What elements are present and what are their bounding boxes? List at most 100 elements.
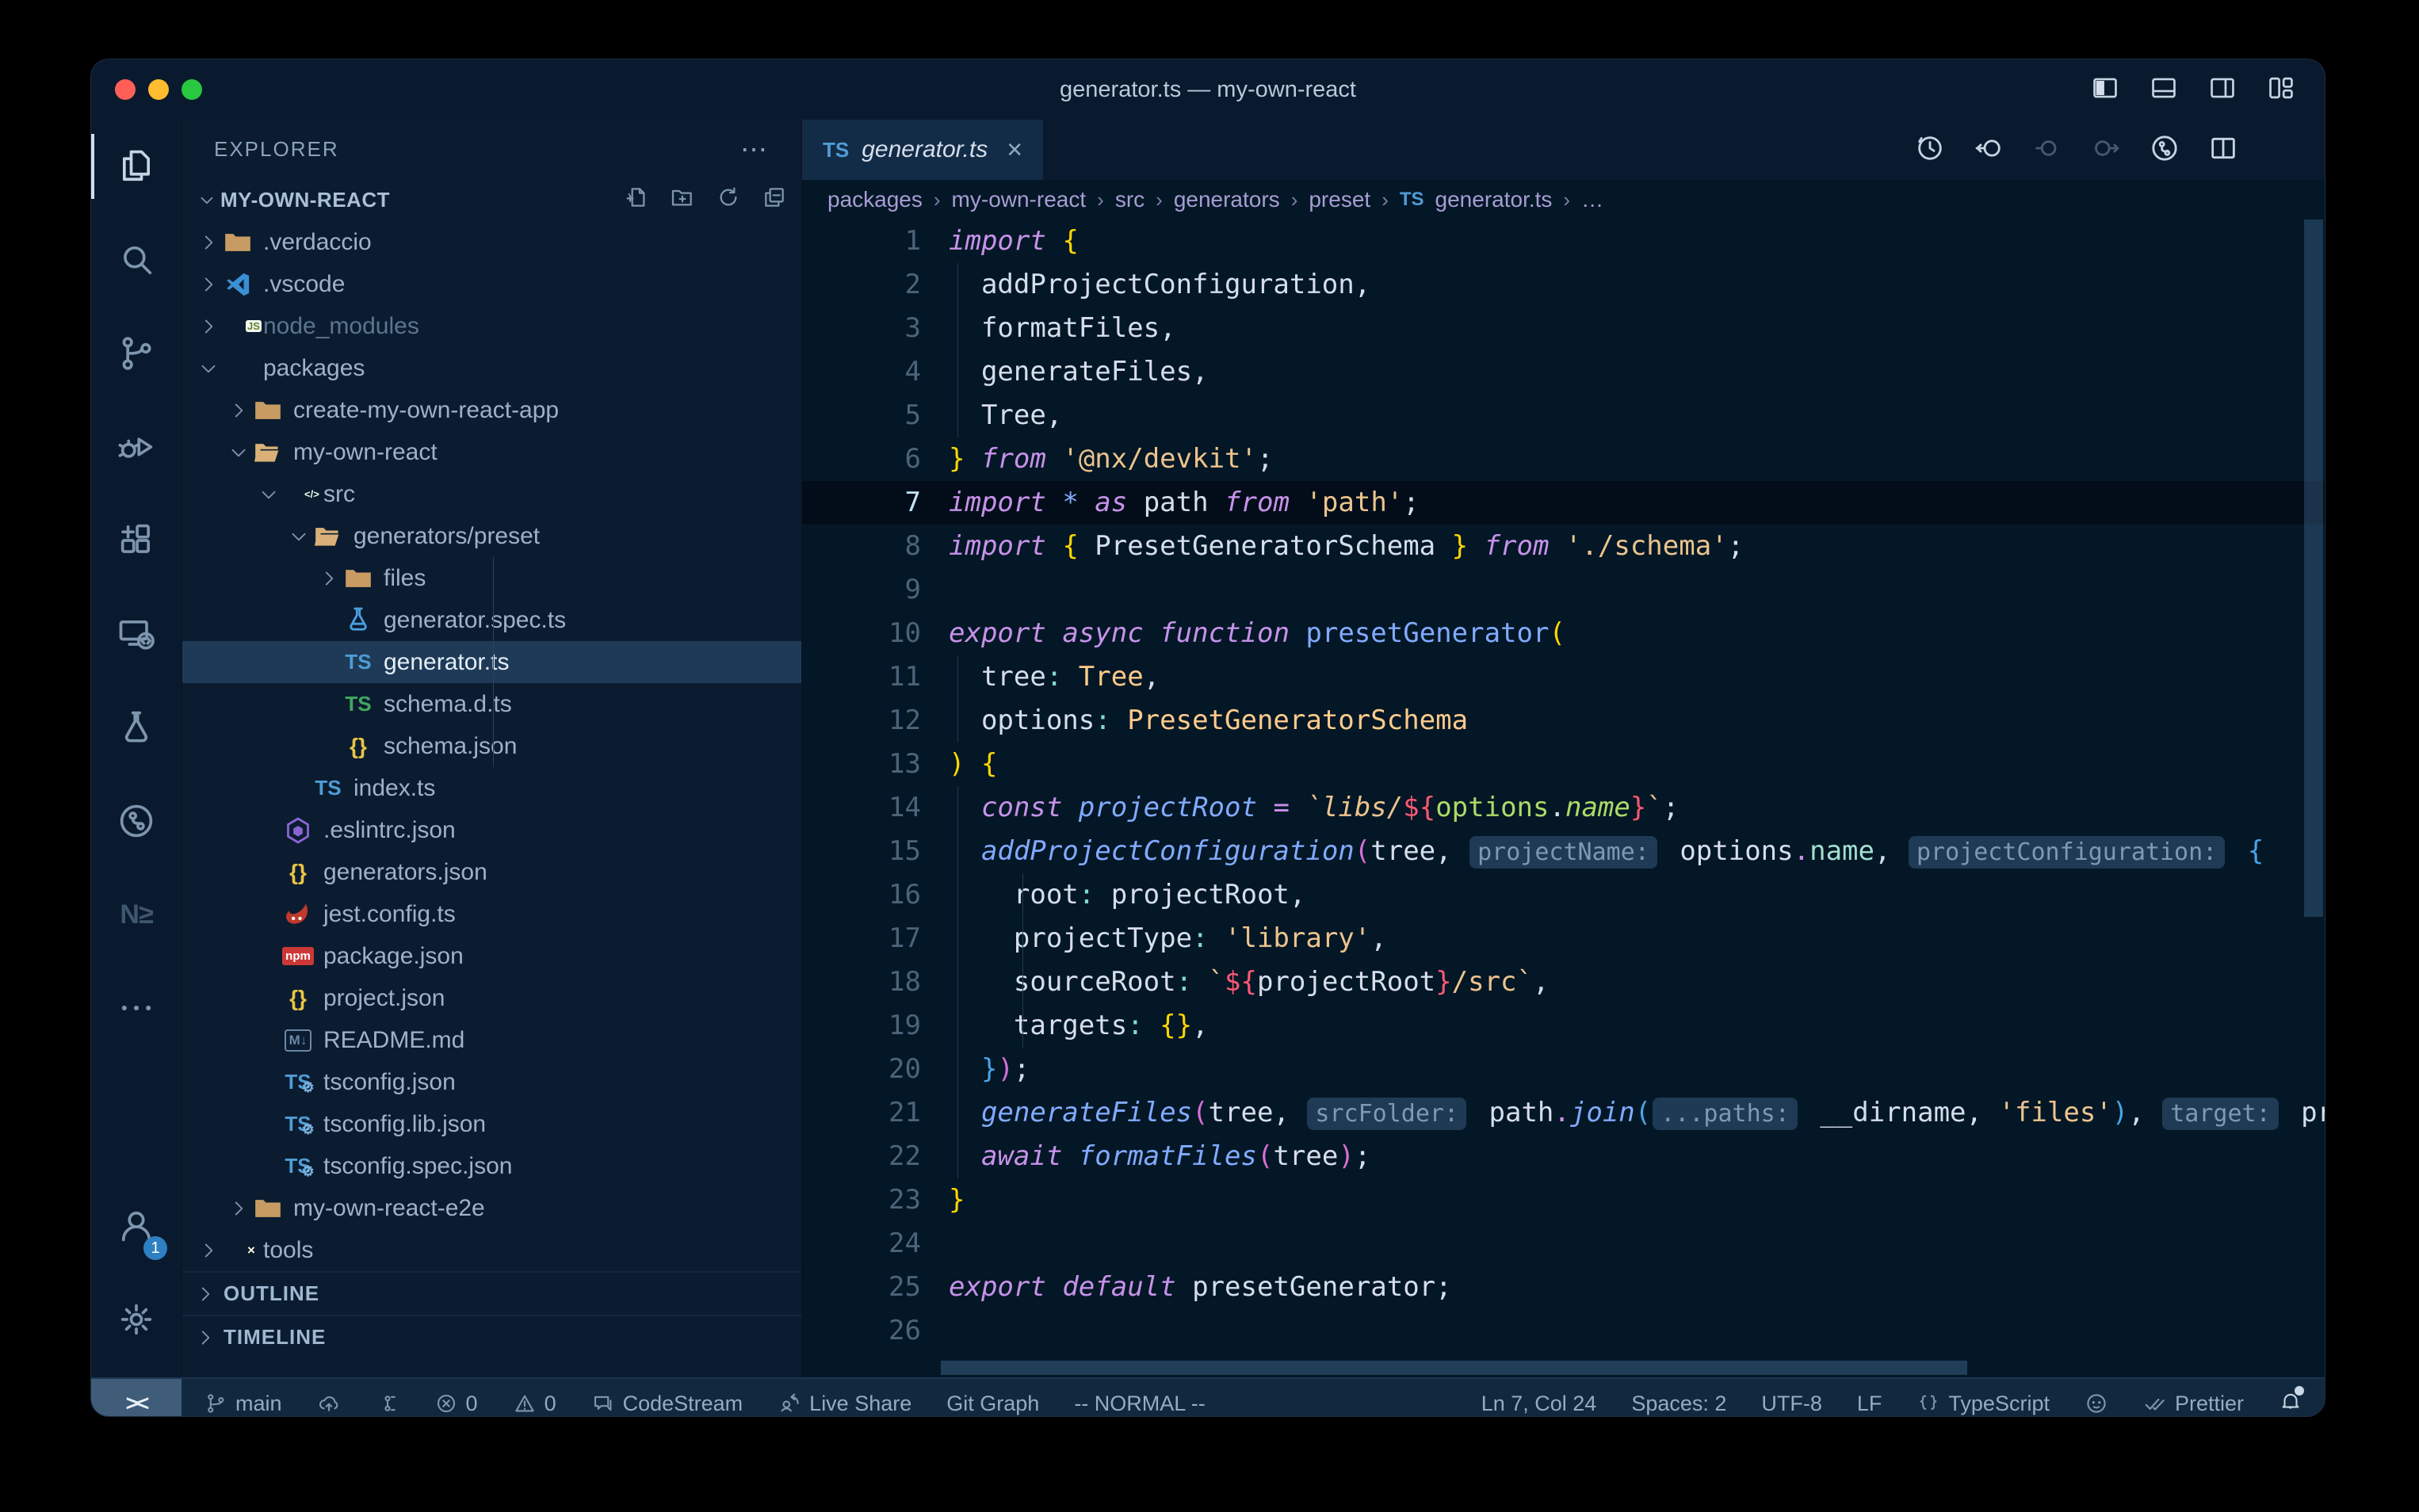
code-line-1[interactable]: 1import { bbox=[802, 220, 2325, 263]
status-prettier[interactable]: Prettier bbox=[2143, 1392, 2244, 1416]
breadcrumb-symbol[interactable]: … bbox=[1581, 187, 1603, 212]
tab-generator-ts[interactable]: TS generator.ts × bbox=[802, 120, 1043, 180]
ellipsis-icon[interactable]: ⋯ bbox=[740, 134, 770, 166]
layout-sidebar-right-button[interactable] bbox=[2207, 73, 2237, 107]
code-line-5[interactable]: 5 Tree, bbox=[802, 394, 2325, 437]
split-editor-button[interactable] bbox=[2207, 132, 2239, 168]
line-number[interactable]: 7 bbox=[802, 481, 949, 525]
status-cloud-upload[interactable] bbox=[317, 1392, 341, 1415]
status-git-graph[interactable]: Git Graph bbox=[946, 1392, 1039, 1416]
nav-dot-button[interactable] bbox=[2031, 132, 2063, 168]
activity-item-nx-console[interactable]: N≥ bbox=[91, 868, 182, 961]
code-line-25[interactable]: 25export default presetGenerator; bbox=[802, 1266, 2325, 1309]
history-button[interactable] bbox=[1914, 132, 1946, 168]
collapse-all-button[interactable] bbox=[762, 185, 787, 216]
tree-item-index.ts[interactable]: TSindex.ts bbox=[182, 767, 801, 809]
line-number[interactable]: 10 bbox=[802, 612, 949, 655]
breadcrumb-item[interactable]: my-own-react bbox=[952, 187, 1087, 212]
code-line-21[interactable]: 21 generateFiles(tree, srcFolder: path.j… bbox=[802, 1091, 2325, 1135]
activity-item-settings[interactable] bbox=[91, 1273, 182, 1366]
tree-item-.eslintrc.json[interactable]: .eslintrc.json bbox=[182, 809, 801, 851]
code-line-2[interactable]: 2 addProjectConfiguration, bbox=[802, 263, 2325, 307]
status-codestream[interactable]: CodeStream bbox=[591, 1392, 743, 1416]
line-number[interactable]: 20 bbox=[802, 1048, 949, 1091]
activity-item-more[interactable] bbox=[91, 961, 182, 1055]
tree-item-tsconfig.spec.json[interactable]: TS⚙tsconfig.spec.json bbox=[182, 1145, 801, 1187]
code-line-11[interactable]: 11 tree: Tree, bbox=[802, 655, 2325, 699]
tree-item-files[interactable]: files bbox=[182, 557, 801, 599]
code-line-7[interactable]: 7import * as path from 'path'; bbox=[802, 481, 2325, 525]
status-0[interactable]: 0 bbox=[513, 1392, 556, 1416]
new-file-button[interactable] bbox=[624, 185, 649, 216]
tree-item-create-my-own-react-app[interactable]: create-my-own-react-app bbox=[182, 389, 801, 431]
activity-item-testing[interactable] bbox=[91, 681, 182, 774]
activity-item-search[interactable] bbox=[91, 213, 182, 307]
tree-item-project.json[interactable]: {}project.json bbox=[182, 977, 801, 1019]
tree-item-generators.json[interactable]: {}generators.json bbox=[182, 851, 801, 893]
line-number[interactable]: 25 bbox=[802, 1266, 949, 1309]
code-line-20[interactable]: 20 }); bbox=[802, 1048, 2325, 1091]
line-number[interactable]: 13 bbox=[802, 743, 949, 786]
more-actions-button[interactable] bbox=[2266, 132, 2298, 168]
tree-item-tools[interactable]: ×tools bbox=[182, 1229, 801, 1271]
layout-panel-button[interactable] bbox=[2149, 73, 2179, 107]
code-line-3[interactable]: 3 formatFiles, bbox=[802, 307, 2325, 350]
activity-item-extensions[interactable] bbox=[91, 494, 182, 587]
code-editor[interactable]: 1import {2 addProjectConfiguration,3 for… bbox=[802, 220, 2325, 1377]
line-number[interactable]: 26 bbox=[802, 1309, 949, 1353]
line-number[interactable]: 5 bbox=[802, 394, 949, 437]
line-number[interactable]: 4 bbox=[802, 350, 949, 394]
line-number[interactable]: 14 bbox=[802, 786, 949, 830]
code-line-16[interactable]: 16 root: projectRoot, bbox=[802, 873, 2325, 917]
line-number[interactable]: 16 bbox=[802, 873, 949, 917]
layout-sidebar-button[interactable] bbox=[2090, 73, 2120, 107]
breadcrumb-item[interactable]: generators bbox=[1174, 187, 1280, 212]
line-number[interactable]: 11 bbox=[802, 655, 949, 699]
breadcrumb-item[interactable]: src bbox=[1115, 187, 1145, 212]
remote-indicator[interactable]: >< bbox=[91, 1379, 182, 1416]
activity-item-explorer[interactable] bbox=[91, 120, 182, 213]
code-line-8[interactable]: 8import { PresetGeneratorSchema } from '… bbox=[802, 525, 2325, 568]
project-section-header[interactable]: MY-OWN-REACT bbox=[182, 179, 801, 221]
status-live-share[interactable]: Live Share bbox=[778, 1392, 911, 1416]
status-bell[interactable] bbox=[2279, 1389, 2302, 1417]
code-line-13[interactable]: 13) { bbox=[802, 743, 2325, 786]
line-number[interactable]: 8 bbox=[802, 525, 949, 568]
code-line-26[interactable]: 26 bbox=[802, 1309, 2325, 1353]
tree-item-generator.ts[interactable]: TSgenerator.ts bbox=[182, 641, 801, 683]
code-line-10[interactable]: 10export async function presetGenerator( bbox=[802, 612, 2325, 655]
new-folder-button[interactable] bbox=[670, 185, 695, 216]
tree-item-node-modules[interactable]: JSnode_modules bbox=[182, 305, 801, 347]
breadcrumb-file[interactable]: generator.ts bbox=[1435, 187, 1553, 212]
line-number[interactable]: 23 bbox=[802, 1178, 949, 1222]
line-number[interactable]: 15 bbox=[802, 830, 949, 873]
line-number[interactable]: 6 bbox=[802, 437, 949, 481]
code-line-17[interactable]: 17 projectType: 'library', bbox=[802, 917, 2325, 960]
code-line-9[interactable]: 9 bbox=[802, 568, 2325, 612]
tree-item-README.md[interactable]: M↓README.md bbox=[182, 1019, 801, 1061]
tree-item-packages[interactable]: packages bbox=[182, 347, 801, 389]
status-lf[interactable]: LF bbox=[1857, 1392, 1882, 1416]
status-0[interactable]: 0 bbox=[434, 1392, 478, 1416]
nav-back-button[interactable] bbox=[1973, 132, 2004, 168]
activity-item-source-control[interactable] bbox=[91, 307, 182, 400]
status-main[interactable]: main bbox=[204, 1392, 282, 1416]
status-utf-8[interactable]: UTF-8 bbox=[1761, 1392, 1822, 1416]
line-number[interactable]: 19 bbox=[802, 1004, 949, 1048]
line-number[interactable]: 3 bbox=[802, 307, 949, 350]
code-line-6[interactable]: 6} from '@nx/devkit'; bbox=[802, 437, 2325, 481]
vertical-scrollbar[interactable] bbox=[2304, 220, 2323, 917]
tree-item-src[interactable]: </>src bbox=[182, 473, 801, 515]
status-typescript[interactable]: TypeScript bbox=[1916, 1392, 2050, 1416]
tree-item-package.json[interactable]: npmpackage.json bbox=[182, 935, 801, 977]
title-bar[interactable]: generator.ts — my-own-react bbox=[91, 59, 2325, 120]
line-number[interactable]: 9 bbox=[802, 568, 949, 612]
tree-item-generators-preset[interactable]: generators/preset bbox=[182, 515, 801, 557]
code-line-22[interactable]: 22 await formatFiles(tree); bbox=[802, 1135, 2325, 1178]
tree-item-my-own-react-e2e[interactable]: my-own-react-e2e bbox=[182, 1187, 801, 1229]
status-git-commit[interactable] bbox=[376, 1392, 399, 1415]
line-number[interactable]: 2 bbox=[802, 263, 949, 307]
tree-item-my-own-react[interactable]: my-own-react bbox=[182, 431, 801, 473]
code-line-23[interactable]: 23} bbox=[802, 1178, 2325, 1222]
status-spaces-2[interactable]: Spaces: 2 bbox=[1631, 1392, 1726, 1416]
